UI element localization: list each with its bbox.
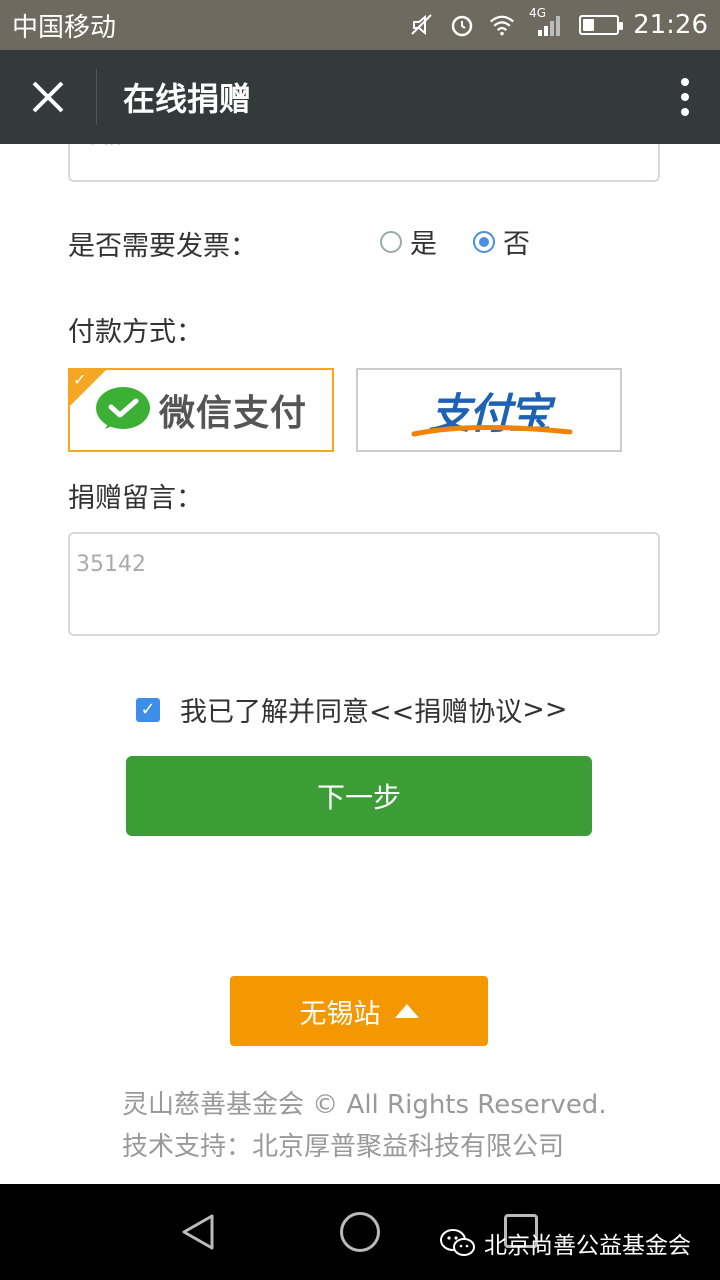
nav-back-icon[interactable]: [180, 1212, 216, 1256]
check-icon: ✓: [73, 370, 87, 389]
alarm-icon: [449, 12, 475, 38]
network-type: 4G: [529, 6, 546, 20]
email-placeholder: 邮箱: [78, 144, 122, 150]
donation-form: 邮箱 是否需要发票： 是 否 付款方式： ✓ 微信支付 支付宝 捐赠留言： 35…: [0, 144, 720, 1184]
watermark: 北京尚善公益基金会: [440, 1226, 691, 1260]
status-icons: 4G 21:26: [409, 6, 708, 40]
more-button[interactable]: [650, 50, 720, 144]
footer-tech-support: 技术支持：北京厚普聚益科技有限公司: [122, 1132, 565, 1162]
page-title: 在线捐赠: [123, 80, 252, 118]
alipay-swoosh: [411, 424, 573, 437]
footer-copyright: 灵山慈善基金会 © All Rights Reserved.: [122, 1090, 607, 1120]
email-field[interactable]: 邮箱: [68, 144, 660, 182]
station-selector-button[interactable]: 无锡站: [230, 976, 488, 1046]
wechat-pay-logo: [95, 385, 151, 435]
radio-no[interactable]: [473, 230, 495, 253]
payment-option-alipay[interactable]: 支付宝: [356, 368, 622, 452]
invoice-option-no[interactable]: 否: [473, 222, 530, 261]
wifi-icon: [489, 12, 515, 38]
triangle-up-icon: [394, 1004, 419, 1018]
appbar-divider: [96, 69, 97, 125]
payment-option-wechat[interactable]: ✓ 微信支付: [68, 368, 334, 452]
invoice-option-yes-label: 是: [410, 229, 437, 260]
signal-icon: 4G: [529, 6, 565, 38]
radio-yes[interactable]: [380, 230, 402, 253]
wechat-pay-label: 微信支付: [158, 393, 307, 434]
invoice-radio-group: 是 否: [380, 222, 566, 261]
station-label: 无锡站: [299, 998, 381, 1030]
app-bar: 在线捐赠: [0, 50, 720, 144]
watermark-text: 北京尚善公益基金会: [484, 1233, 691, 1259]
message-value: 35142: [76, 552, 146, 577]
invoice-label: 是否需要发票：: [68, 231, 257, 262]
clock: 21:26: [633, 10, 708, 40]
agreement-link[interactable]: 捐赠协议: [414, 690, 522, 729]
mute-icon: [409, 12, 435, 38]
battery-icon: [579, 15, 624, 35]
agree-suffix: >>: [522, 694, 568, 725]
wechat-icon: [440, 1229, 475, 1256]
status-bar: 中国移动 4G 21:26: [0, 0, 720, 50]
agree-checkbox[interactable]: ✓: [136, 697, 160, 722]
close-button[interactable]: [0, 50, 96, 144]
more-vertical-icon: [681, 78, 689, 116]
payment-label: 付款方式：: [68, 317, 203, 348]
close-icon: [32, 81, 64, 113]
invoice-option-yes[interactable]: 是: [380, 222, 437, 261]
carrier-name: 中国移动: [12, 12, 117, 43]
invoice-option-no-label: 否: [503, 229, 530, 260]
nav-home-icon[interactable]: [340, 1212, 380, 1252]
message-textarea[interactable]: 35142: [68, 532, 660, 636]
message-label: 捐赠留言：: [68, 483, 203, 514]
agreement-row: ✓ 我已了解并同意<< 捐赠协议 >>: [136, 690, 568, 729]
agree-prefix: 我已了解并同意<<: [180, 697, 415, 728]
next-step-button[interactable]: 下一步: [126, 756, 592, 836]
